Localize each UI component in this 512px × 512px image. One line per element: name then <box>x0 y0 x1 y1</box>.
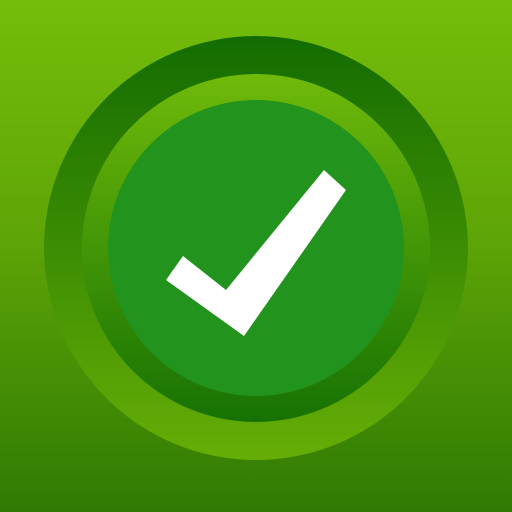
app-icon[interactable] <box>0 0 512 512</box>
center-disc <box>108 100 404 396</box>
app-icon-graphic <box>44 36 468 460</box>
